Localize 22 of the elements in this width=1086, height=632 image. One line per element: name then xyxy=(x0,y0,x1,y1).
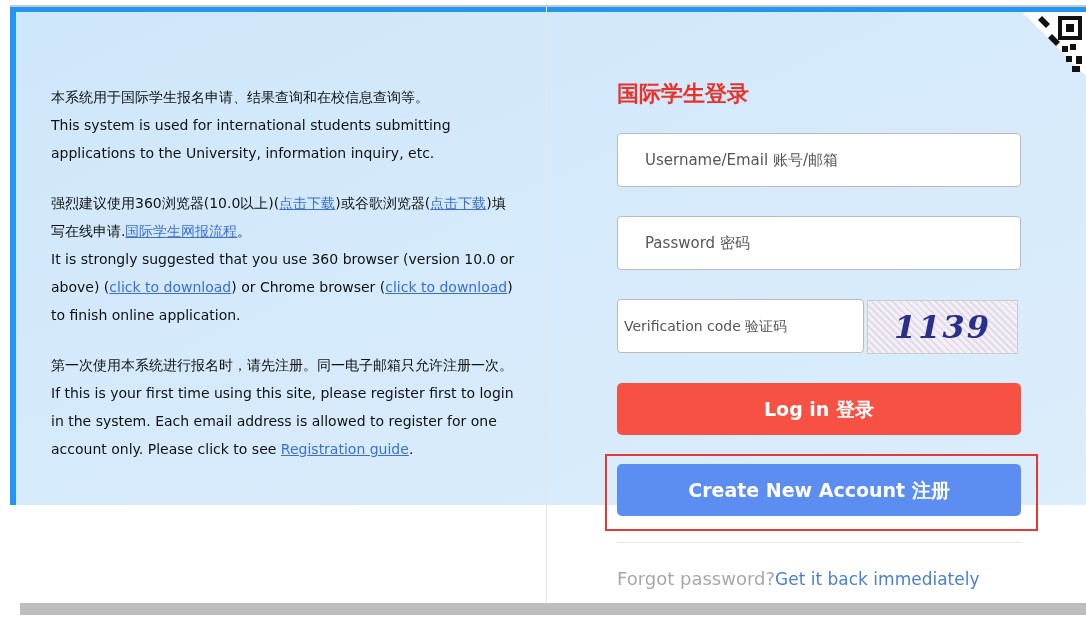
link[interactable]: Registration guide xyxy=(280,441,409,457)
link[interactable]: 国际学生网报流程 xyxy=(125,223,238,239)
captcha-image[interactable]: 1139 xyxy=(867,300,1018,354)
create-account-button[interactable]: Create New Account 注册 xyxy=(617,464,1021,516)
intro-paragraph: This system is used for international students submitting applications to the University, information inquiry, etc. xyxy=(51,116,452,163)
link[interactable]: 点击下载 xyxy=(279,195,336,211)
recover-password-link[interactable]: Get it back immediately xyxy=(775,569,980,589)
link[interactable]: click to download xyxy=(385,279,508,295)
link[interactable]: 点击下载 xyxy=(430,195,487,211)
login-title: 国际学生登录 xyxy=(617,80,750,108)
intro-paragraph: If this is your first time using this site, please register first to login in the system. Each email address is allowed to register for one account only. Please click to see Registration guide. xyxy=(51,384,515,459)
intro-paragraph: 第一次使用本系统进行报名时，请先注册。同一电子邮箱只允许注册一次。 xyxy=(51,356,514,375)
intro-paragraph: 本系统用于国际学生报名申请、结果查询和在校信息查询等。 xyxy=(51,88,430,107)
forgot-password-text: Forgot password? xyxy=(617,568,776,589)
input-field[interactable]: Password 密码 xyxy=(617,216,1021,270)
verification-code-field[interactable]: Verification code 验证码 xyxy=(617,299,864,353)
input-field[interactable]: Username/Email 账号/邮箱 xyxy=(617,133,1021,187)
qr-code-icon[interactable] xyxy=(1022,12,1086,76)
intro-paragraph: It is strongly suggested that you use 360 browser (version 10.0 or above) (click to download) or Chrome browser (click to download) to finish online application. xyxy=(51,250,516,325)
login-button[interactable]: Log in 登录 xyxy=(617,383,1021,435)
intro-paragraph: 强烈建议使用360浏览器(10.0以上)(点击下载)或谷歌浏览器(点击下载)填写在线申请.国际学生网报流程。 xyxy=(51,194,507,241)
link[interactable]: click to download xyxy=(109,279,232,295)
